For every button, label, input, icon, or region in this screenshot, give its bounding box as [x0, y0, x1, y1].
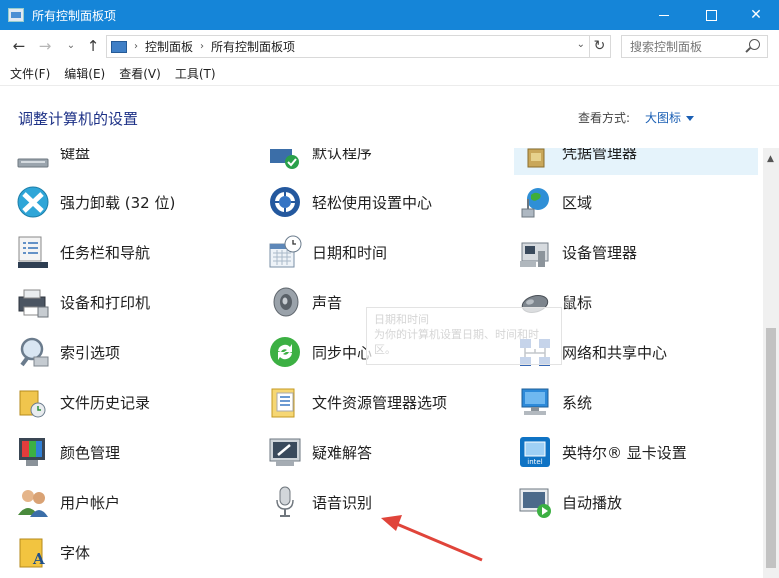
font-icon: A	[16, 535, 50, 569]
forward-button[interactable]: →	[36, 37, 54, 55]
scrollbar-thumb[interactable]	[766, 328, 776, 568]
calendar-clock-icon	[268, 235, 302, 269]
view-by-value[interactable]: 大图标	[645, 111, 681, 125]
svg-text:A: A	[32, 550, 45, 568]
item-date-time[interactable]: 日期和时间	[268, 229, 508, 275]
item-ease-of-access[interactable]: 轻松使用设置中心	[268, 179, 508, 225]
vertical-scrollbar[interactable]: ▲	[763, 148, 779, 578]
menu-view[interactable]: 查看(V)	[119, 65, 161, 82]
default-programs-icon	[268, 148, 302, 169]
breadcrumb-separator[interactable]: ›	[200, 41, 204, 52]
folder-options-icon	[268, 385, 302, 419]
item-speech-recognition[interactable]: 语音识别	[268, 479, 508, 525]
search-placeholder: 搜索控制面板	[630, 40, 703, 54]
item-device-manager[interactable]: 设备管理器	[518, 229, 758, 275]
color-management-icon	[16, 435, 50, 469]
taskbar-icon	[16, 235, 50, 269]
troubleshooting-icon	[268, 435, 302, 469]
item-user-accounts[interactable]: 用户帐户	[16, 479, 256, 525]
item-intel-graphics[interactable]: intel 英特尔® 显卡设置	[518, 429, 758, 475]
item-keyboard[interactable]: 键盘	[16, 148, 256, 175]
keyboard-icon	[16, 148, 50, 169]
item-color-management[interactable]: 颜色管理	[16, 429, 256, 475]
refresh-button[interactable]: ↻	[589, 35, 611, 58]
tooltip: 日期和时间 为你的计算机设置日期、时间和时区。	[366, 307, 562, 365]
minimize-button[interactable]	[641, 0, 687, 30]
item-fonts[interactable]: A 字体	[16, 529, 256, 575]
menu-file[interactable]: 文件(F)	[10, 65, 50, 82]
intel-graphics-icon: intel	[518, 435, 552, 469]
scroll-up-arrow-icon[interactable]: ▲	[767, 154, 774, 164]
item-autoplay[interactable]: 自动播放	[518, 479, 758, 525]
search-icon[interactable]	[749, 39, 760, 50]
item-region[interactable]: 区域	[518, 179, 758, 225]
magnifier-icon	[16, 335, 50, 369]
breadcrumb-separator[interactable]: ›	[134, 41, 138, 52]
item-file-history[interactable]: 文件历史记录	[16, 379, 256, 425]
search-input[interactable]: 搜索控制面板	[621, 35, 768, 58]
tooltip-description: 为你的计算机设置日期、时间和时区。	[374, 328, 539, 356]
credential-manager-icon	[518, 148, 552, 169]
speaker-icon	[268, 285, 302, 319]
item-devices-printers[interactable]: 设备和打印机	[16, 279, 256, 325]
view-by-dropdown[interactable]: 大图标	[645, 109, 695, 126]
printer-icon	[16, 285, 50, 319]
sync-icon	[268, 335, 302, 369]
menu-edit[interactable]: 编辑(E)	[64, 65, 105, 82]
control-panel-location-icon	[111, 40, 127, 53]
recent-locations-button[interactable]: ⌄	[62, 37, 80, 55]
region-globe-icon	[518, 185, 552, 219]
item-uninstall[interactable]: 强力卸载 (32 位)	[16, 179, 256, 225]
address-dropdown-button[interactable]: ⌄	[577, 39, 585, 50]
item-default-programs[interactable]: 默认程序	[268, 148, 508, 175]
item-troubleshooting[interactable]: 疑难解答	[268, 429, 508, 475]
menu-bar: 文件(F) 编辑(E) 查看(V) 工具(T)	[0, 62, 779, 86]
close-button[interactable]: ✕	[733, 0, 779, 30]
uninstall-icon	[16, 185, 50, 219]
title-bar: 所有控制面板项 ✕	[0, 0, 779, 30]
page-title: 调整计算机的设置	[18, 110, 139, 128]
system-computer-icon	[518, 385, 552, 419]
address-bar-row: ← → ⌄ ↑ › 控制面板 › 所有控制面板项 ⌄ ↻ 搜索控制面板	[0, 30, 779, 62]
control-panel-app-icon	[8, 8, 24, 22]
address-field[interactable]: › 控制面板 › 所有控制面板项 ⌄	[106, 35, 590, 58]
back-button[interactable]: ←	[10, 37, 28, 55]
item-system[interactable]: 系统	[518, 379, 758, 425]
item-taskbar[interactable]: 任务栏和导航	[16, 229, 256, 275]
device-manager-icon	[518, 235, 552, 269]
menu-tools[interactable]: 工具(T)	[175, 65, 216, 82]
up-button[interactable]: ↑	[84, 37, 102, 55]
view-by-label: 查看方式:	[578, 111, 631, 125]
autoplay-icon	[518, 485, 552, 519]
content-header: 调整计算机的设置 查看方式: 大图标	[0, 86, 779, 148]
tooltip-title: 日期和时间	[374, 313, 429, 326]
file-history-icon	[16, 385, 50, 419]
ease-of-access-icon	[268, 185, 302, 219]
item-credential-manager[interactable]: 凭据管理器	[514, 148, 758, 175]
maximize-button[interactable]	[688, 0, 734, 30]
item-folder-options[interactable]: 文件资源管理器选项	[268, 379, 508, 425]
microphone-icon	[268, 485, 302, 519]
window-title: 所有控制面板项	[32, 8, 117, 23]
breadcrumb-all-items[interactable]: 所有控制面板项	[211, 38, 295, 55]
breadcrumb-control-panel[interactable]: 控制面板	[145, 38, 193, 55]
item-indexing-options[interactable]: 索引选项	[16, 329, 256, 375]
svg-text:intel: intel	[527, 458, 542, 466]
caret-down-icon[interactable]	[686, 116, 695, 121]
user-accounts-icon	[16, 485, 50, 519]
